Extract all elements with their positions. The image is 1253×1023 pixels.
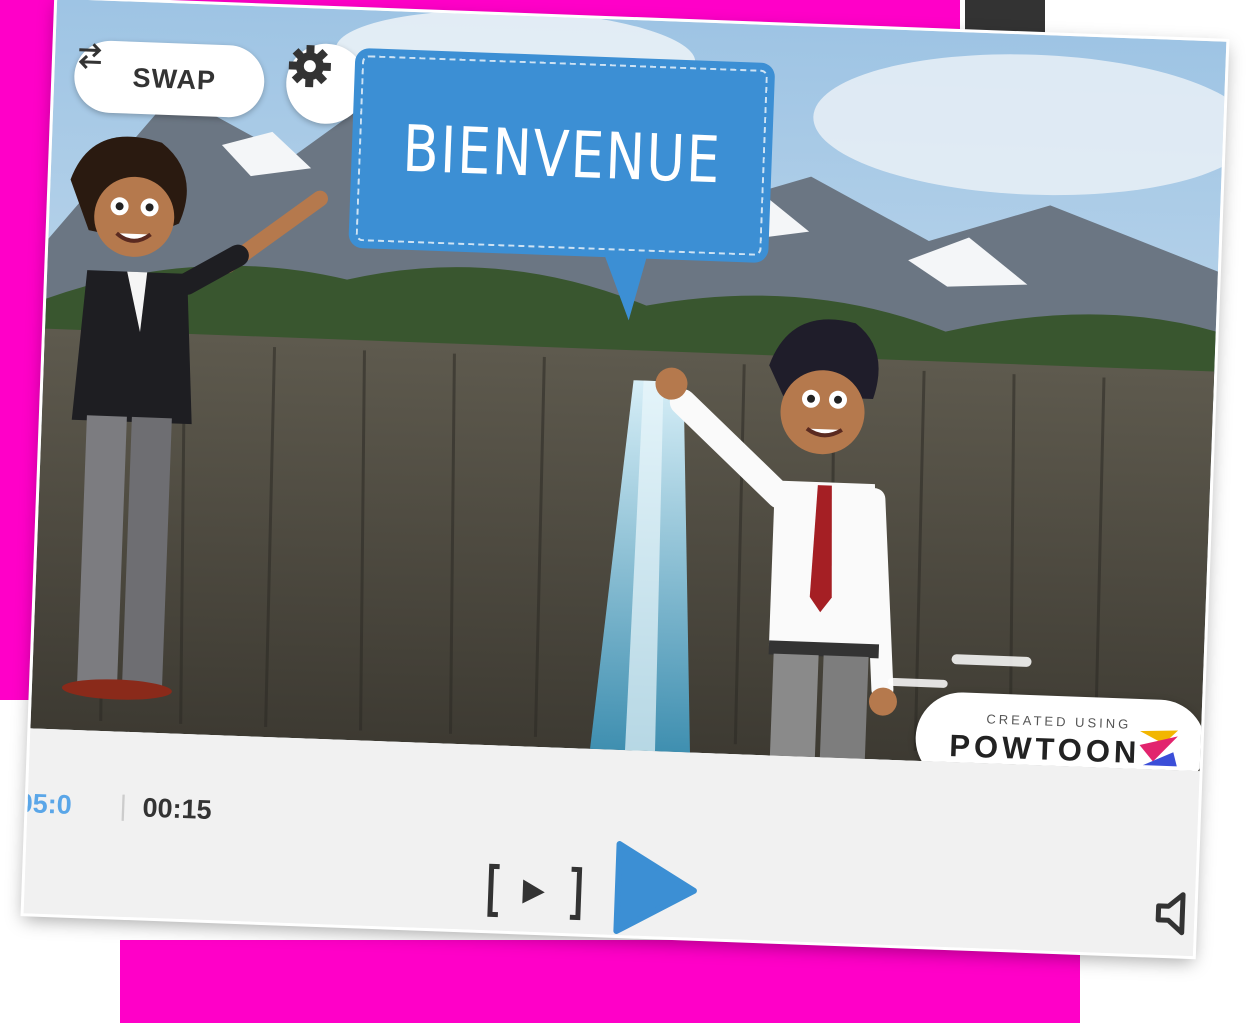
- volume-button[interactable]: [1151, 888, 1193, 944]
- swap-label: SWAP: [132, 62, 217, 96]
- time-separator: |: [119, 789, 128, 821]
- total-time: 00:15: [142, 792, 213, 826]
- play-icon: [608, 841, 699, 942]
- speech-bubble: BIENVENUE: [348, 47, 776, 264]
- powtoon-badge[interactable]: CREATED USING POWTOON: [914, 690, 1208, 772]
- bracket-play-icon: [484, 863, 585, 928]
- volume-icon: [1151, 892, 1192, 943]
- video-scene[interactable]: SWAP BIENVENUE CREATED USING POWTOON: [30, 0, 1227, 772]
- swap-button[interactable]: SWAP: [73, 39, 266, 119]
- video-player: SWAP BIENVENUE CREATED USING POWTOON 05:…: [23, 0, 1227, 957]
- current-time: 05:0: [23, 787, 73, 820]
- speech-bubble-text: BIENVENUE: [401, 112, 723, 199]
- speech-bubble-tail: [603, 247, 657, 323]
- scene-play-button[interactable]: [484, 860, 586, 929]
- magenta-frame-bottom: [120, 940, 1080, 1023]
- play-button[interactable]: [608, 840, 702, 943]
- badge-created-using: CREATED USING: [986, 711, 1132, 732]
